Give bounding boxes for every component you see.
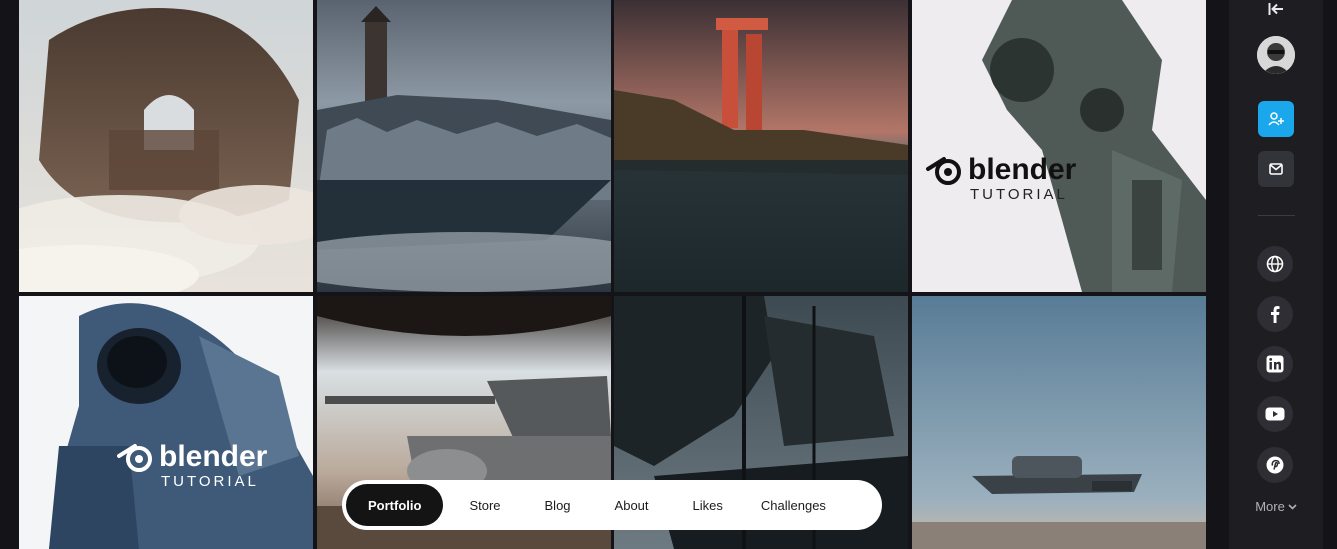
sidebar-divider [1258, 215, 1295, 216]
globe-icon [1266, 255, 1284, 273]
message-button[interactable] [1258, 151, 1294, 187]
blender-word: blender [968, 153, 1077, 186]
nav-likes[interactable]: Likes [675, 484, 741, 526]
avatar[interactable] [1257, 36, 1295, 74]
collapse-left-icon [1268, 3, 1283, 15]
artwork-red-monolith[interactable] [614, 0, 908, 292]
artwork-floating-castle-image [19, 0, 313, 292]
linkedin-icon [1266, 355, 1284, 373]
portfolio-page: blender TUTORIAL blender TUTORIAL Portfo… [0, 0, 1337, 549]
youtube-icon [1265, 407, 1285, 421]
tutorial-word: TUTORIAL [970, 186, 1068, 203]
nav-challenges[interactable]: Challenges [743, 484, 844, 526]
profile-sidebar: More [1229, 0, 1323, 549]
pinterest-link[interactable] [1257, 447, 1293, 483]
blender-tutorial-caption: blender TUTORIAL [117, 442, 267, 489]
artwork-hover-vehicle[interactable] [912, 296, 1206, 549]
more-button[interactable]: More [1246, 499, 1306, 514]
avatar-image [1257, 36, 1295, 74]
tutorial-word: TUTORIAL [161, 473, 259, 490]
artwork-red-monolith-image [614, 0, 908, 292]
facebook-link[interactable] [1257, 296, 1293, 332]
facebook-icon [1271, 306, 1280, 323]
mail-icon [1269, 163, 1283, 175]
artwork-snow-village[interactable] [317, 0, 611, 292]
window-edge [1323, 0, 1337, 549]
blender-logo-icon [117, 444, 152, 472]
blender-logo-icon [926, 157, 961, 185]
website-link[interactable] [1257, 246, 1293, 282]
artwork-astronaut-blender-image [49, 303, 313, 549]
blender-tutorial-caption: blender TUTORIAL [926, 155, 1076, 202]
artwork-snow-village-image [317, 0, 611, 292]
gallery-grid: blender TUTORIAL blender TUTORIAL [19, 0, 1206, 549]
nav-blog[interactable]: Blog [527, 484, 589, 526]
more-label: More [1255, 499, 1285, 514]
pinterest-icon [1266, 456, 1284, 474]
follow-button[interactable] [1258, 101, 1294, 137]
artwork-robot-blender[interactable]: blender TUTORIAL [912, 0, 1206, 292]
artwork-astronaut-blender[interactable]: blender TUTORIAL [19, 296, 313, 549]
blender-word: blender [159, 440, 268, 473]
artwork-hover-vehicle-image [912, 296, 1206, 549]
linkedin-link[interactable] [1257, 346, 1293, 382]
youtube-link[interactable] [1257, 396, 1293, 432]
artwork-floating-castle[interactable] [19, 0, 313, 292]
nav-store[interactable]: Store [451, 484, 518, 526]
portfolio-nav: Portfolio Store Blog About Likes Challen… [342, 480, 882, 530]
artwork-robot-blender-image [982, 0, 1206, 292]
nav-portfolio[interactable]: Portfolio [346, 484, 444, 526]
nav-about[interactable]: About [597, 484, 667, 526]
add-user-icon [1268, 112, 1284, 126]
chevron-down-icon [1288, 503, 1297, 510]
collapse-sidebar-button[interactable] [1256, 0, 1296, 18]
